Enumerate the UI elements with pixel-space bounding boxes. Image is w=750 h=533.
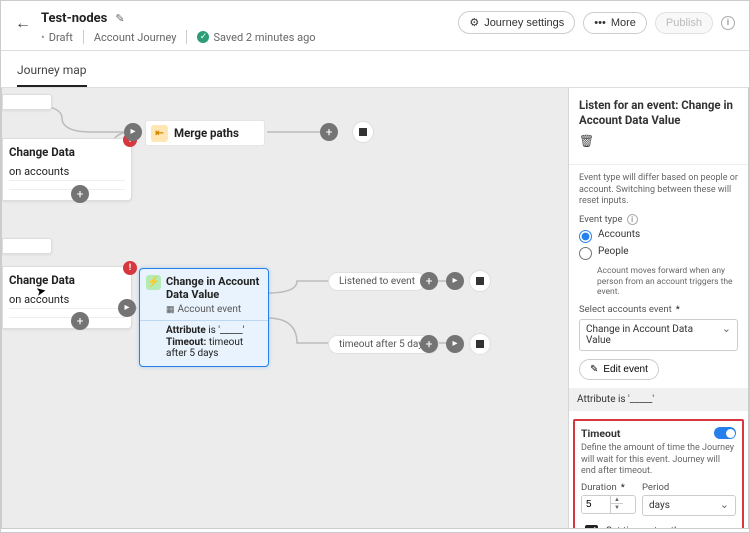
end-node-icon[interactable]: [469, 270, 491, 292]
ellipsis-icon: •••: [594, 17, 606, 29]
timeout-label: Timeout:: [166, 337, 206, 348]
node-title: Change Data: [9, 273, 125, 287]
publish-button[interactable]: Publish: [655, 12, 713, 34]
edit-title-icon[interactable]: ✎: [115, 12, 124, 25]
panel-hint: Event type will differ based on people o…: [579, 173, 738, 208]
add-node-icon[interactable]: +: [420, 335, 438, 353]
attr-value: is '_____': [208, 325, 244, 336]
period-value: days: [649, 500, 670, 511]
gear-icon: ⚙: [469, 16, 479, 29]
alert-icon: !: [123, 261, 137, 275]
period-select[interactable]: days: [642, 495, 736, 516]
set-timeout-path-checkbox[interactable]: Set timeout path: [581, 522, 736, 528]
set-timeout-path-label: Set timeout path: [606, 526, 680, 528]
event-node-subtitle: Account event: [166, 304, 262, 315]
back-arrow[interactable]: ←: [15, 11, 31, 33]
radio-accounts[interactable]: Accounts: [579, 229, 738, 243]
radio-people[interactable]: People Account moves forward when any pe…: [579, 246, 738, 298]
edit-event-label: Edit event: [603, 364, 647, 375]
attr-label: Attribute: [166, 325, 206, 336]
select-accounts-event[interactable]: Change in Account Data Value: [579, 319, 738, 351]
end-node-icon[interactable]: [469, 333, 491, 355]
duration-label: Duration: [581, 482, 636, 493]
journey-settings-label: Journey settings: [484, 17, 564, 29]
end-node-icon[interactable]: [352, 121, 374, 143]
node-truncated2[interactable]: [2, 238, 52, 254]
node-change-data-2[interactable]: ! Change Data on accounts: [2, 266, 132, 329]
info-icon[interactable]: i: [721, 16, 735, 30]
attribute-preview: Attribute is '_____': [569, 388, 748, 411]
page-title: Test-nodes: [41, 11, 107, 26]
node-change-account-data-value[interactable]: ⚡ Change in Account Data Value Account e…: [139, 268, 269, 367]
saved-check-icon: ✓: [197, 31, 209, 43]
select-event-label: Select accounts event: [579, 304, 738, 315]
publish-label: Publish: [666, 17, 702, 29]
event-type-label: Event type i: [579, 214, 738, 225]
radio-people-label: People: [598, 246, 629, 257]
trash-icon[interactable]: 🗑: [579, 134, 594, 148]
more-label: More: [611, 17, 636, 29]
select-value: Change in Account Data Value: [586, 324, 693, 346]
side-panel: Listen for an event: Change in Account D…: [568, 88, 748, 528]
node-merge-paths[interactable]: ⇤ Merge paths: [145, 120, 265, 146]
edit-event-button[interactable]: ✎ Edit event: [579, 359, 659, 380]
duration-field[interactable]: [582, 496, 610, 513]
timeout-toggle[interactable]: [714, 427, 736, 439]
info-icon[interactable]: i: [627, 214, 638, 225]
connector-arrow-icon[interactable]: ▸: [118, 299, 136, 317]
connector-arrow-icon[interactable]: ▸: [446, 272, 464, 290]
merge-label: Merge paths: [174, 126, 239, 140]
timeout-hint: Define the amount of time the Journey wi…: [581, 443, 736, 478]
add-node-icon[interactable]: +: [320, 123, 338, 141]
status-badge: Draft: [41, 31, 73, 44]
tab-journey-map[interactable]: Journey map: [17, 59, 87, 87]
add-node-icon[interactable]: +: [420, 272, 438, 290]
panel-heading: Listen for an event: Change in Account D…: [579, 98, 738, 128]
period-label: Period: [642, 482, 736, 493]
connector-arrow-icon[interactable]: ▸: [446, 335, 464, 353]
lightning-icon: ⚡: [146, 275, 161, 290]
node-truncated[interactable]: [2, 94, 52, 110]
radio-people-hint: Account moves forward when any person fr…: [597, 266, 738, 298]
node-subtitle: on accounts: [9, 293, 125, 306]
add-node-icon[interactable]: +: [71, 185, 89, 203]
chip-listened-to-event[interactable]: Listened to event: [328, 272, 426, 291]
timeout-section: Timeout Define the amount of time the Jo…: [573, 419, 744, 528]
connector-arrow-icon[interactable]: ▸: [124, 123, 142, 141]
more-button[interactable]: ••• More: [583, 12, 647, 34]
add-node-icon[interactable]: +: [71, 312, 89, 330]
node-subtitle: on accounts: [9, 165, 125, 178]
spin-down-icon[interactable]: ▼: [611, 504, 623, 511]
radio-accounts-label: Accounts: [598, 229, 640, 240]
duration-input[interactable]: ▲▼: [581, 495, 636, 514]
pencil-icon: ✎: [590, 364, 598, 375]
event-node-title: Change in Account Data Value: [166, 275, 262, 301]
journey-settings-button[interactable]: ⚙ Journey settings: [458, 11, 575, 34]
node-title: Change Data: [9, 145, 125, 159]
spin-up-icon[interactable]: ▲: [611, 496, 623, 504]
timeout-title: Timeout: [581, 427, 620, 440]
saved-label: Saved 2 minutes ago: [213, 31, 315, 44]
merge-icon: ⇤: [151, 125, 168, 142]
node-change-data-1[interactable]: ! Change Data on accounts: [2, 138, 132, 201]
journey-type-label: Account Journey: [94, 31, 177, 44]
